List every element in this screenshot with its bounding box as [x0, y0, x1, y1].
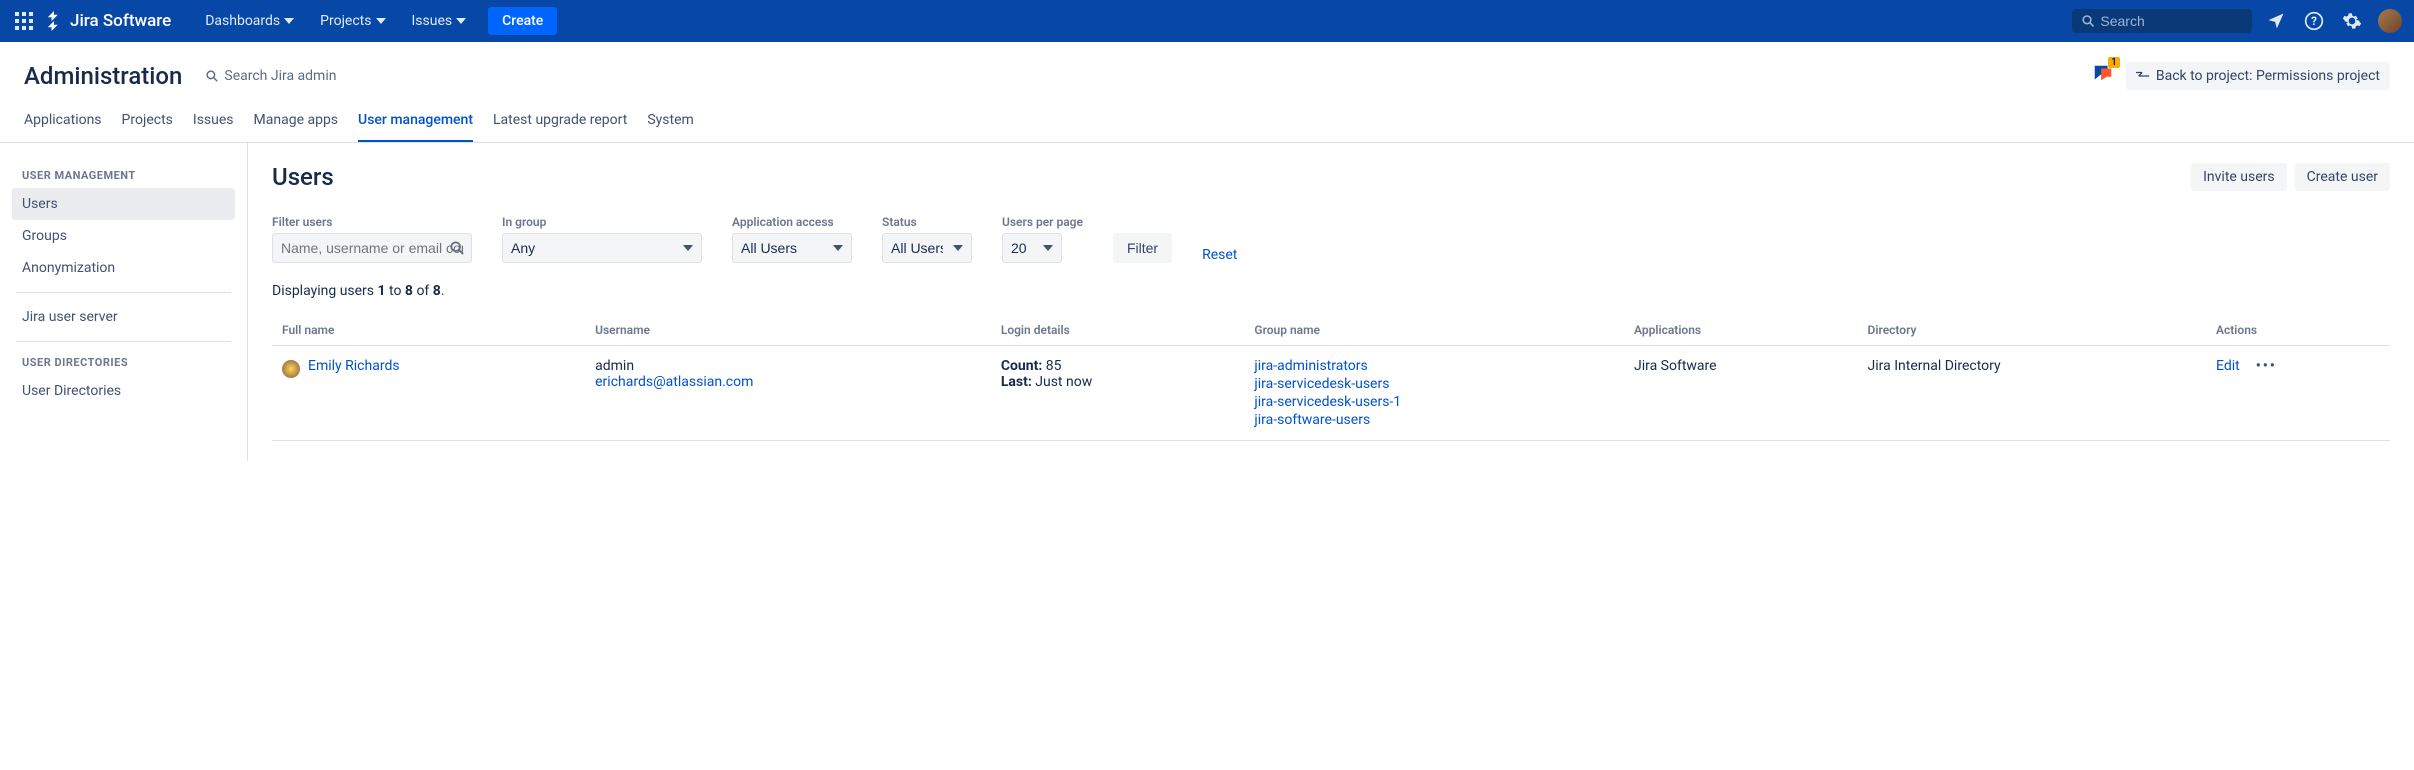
- tab-applications[interactable]: Applications: [24, 102, 102, 142]
- username-text: admin: [595, 358, 981, 374]
- feedback-count: 1: [2108, 57, 2120, 68]
- group-link[interactable]: jira-software-users: [1254, 412, 1614, 428]
- status-label: Status: [882, 215, 972, 229]
- user-fullname-link[interactable]: Emily Richards: [308, 358, 400, 374]
- displaying-text: Displaying users 1 to 8 of 8.: [272, 283, 2390, 299]
- group-link[interactable]: jira-administrators: [1254, 358, 1614, 374]
- filter-button[interactable]: Filter: [1113, 233, 1172, 263]
- sidebar-item-anonymization[interactable]: Anonymization: [12, 252, 235, 284]
- nav-items: Dashboards Projects Issues Create: [195, 7, 557, 35]
- product-logo[interactable]: Jira Software: [44, 11, 171, 31]
- filter-users-input[interactable]: [272, 233, 472, 263]
- reset-link[interactable]: Reset: [1202, 247, 1237, 263]
- help-icon[interactable]: ?: [2302, 9, 2326, 33]
- svg-text:?: ?: [2311, 14, 2317, 28]
- nav-icons: ?: [2264, 9, 2402, 33]
- create-user-button[interactable]: Create user: [2295, 163, 2390, 191]
- sidebar-item-jira-user-server[interactable]: Jira user server: [12, 301, 235, 333]
- filters-row: Filter users In group Any Application ac…: [272, 215, 2390, 263]
- admin-search[interactable]: Search Jira admin: [206, 68, 336, 84]
- col-group-name[interactable]: Group name: [1244, 315, 1624, 346]
- tab-user-management[interactable]: User management: [358, 102, 473, 142]
- page-header: Users Invite users Create user: [272, 163, 2390, 191]
- sidebar-item-user-directories[interactable]: User Directories: [12, 375, 235, 407]
- col-login-details[interactable]: Login details: [991, 315, 1245, 346]
- nav-issues[interactable]: Issues: [402, 7, 477, 35]
- create-button[interactable]: Create: [488, 7, 557, 35]
- back-arrow-icon: [2136, 70, 2150, 82]
- app-switcher-icon[interactable]: [12, 9, 36, 33]
- user-avatar[interactable]: [2378, 9, 2402, 33]
- applications-text: Jira Software: [1624, 346, 1858, 441]
- status-select[interactable]: All Users: [882, 233, 972, 263]
- sidebar-divider: [16, 341, 231, 342]
- edit-link[interactable]: Edit: [2216, 358, 2240, 374]
- application-access-select[interactable]: All Users: [732, 233, 852, 263]
- content: Users Invite users Create user Filter us…: [248, 143, 2414, 461]
- chevron-down-icon: [284, 18, 294, 24]
- nav-projects[interactable]: Projects: [310, 7, 395, 35]
- nav-dashboards[interactable]: Dashboards: [195, 7, 304, 35]
- feedback-icon[interactable]: 1: [2092, 63, 2114, 89]
- in-group-select[interactable]: Any: [502, 233, 702, 263]
- sidebar-divider: [16, 292, 231, 293]
- admin-title: Administration: [24, 62, 182, 90]
- tab-projects[interactable]: Projects: [122, 102, 173, 142]
- table-row: Emily Richards admin erichards@atlassian…: [272, 346, 2390, 441]
- col-actions[interactable]: Actions: [2206, 315, 2390, 346]
- tab-issues[interactable]: Issues: [193, 102, 234, 142]
- col-applications[interactable]: Applications: [1624, 315, 1858, 346]
- sidebar-group-user-management: USER MANAGEMENT: [12, 163, 235, 188]
- users-per-page-label: Users per page: [1002, 215, 1083, 229]
- global-search-input[interactable]: [2100, 13, 2242, 29]
- tab-system[interactable]: System: [647, 102, 693, 142]
- notifications-icon[interactable]: [2264, 9, 2288, 33]
- sidebar-group-user-directories: USER DIRECTORIES: [12, 350, 235, 375]
- product-name: Jira Software: [70, 11, 171, 31]
- chevron-down-icon: [456, 18, 466, 24]
- global-search[interactable]: [2072, 9, 2252, 33]
- back-to-project-link[interactable]: Back to project: Permissions project: [2126, 62, 2390, 90]
- chevron-down-icon: [376, 18, 386, 24]
- search-icon: [2082, 14, 2094, 28]
- user-email-link[interactable]: erichards@atlassian.com: [595, 374, 981, 390]
- sidebar: USER MANAGEMENT Users Groups Anonymizati…: [0, 143, 248, 461]
- sidebar-item-users[interactable]: Users: [12, 188, 235, 220]
- search-icon: [206, 70, 218, 82]
- col-full-name[interactable]: Full name: [272, 315, 585, 346]
- in-group-label: In group: [502, 215, 702, 229]
- group-link[interactable]: jira-servicedesk-users: [1254, 376, 1614, 392]
- admin-header: Administration Search Jira admin 1 Back …: [0, 42, 2414, 102]
- directory-text: Jira Internal Directory: [1858, 346, 2206, 441]
- sidebar-item-groups[interactable]: Groups: [12, 220, 235, 252]
- user-row-avatar: [282, 360, 300, 378]
- invite-users-button[interactable]: Invite users: [2191, 163, 2287, 191]
- application-access-label: Application access: [732, 215, 852, 229]
- page-title: Users: [272, 163, 334, 191]
- users-table: Full name Username Login details Group n…: [272, 315, 2390, 441]
- tab-latest-upgrade-report[interactable]: Latest upgrade report: [493, 102, 627, 142]
- top-nav: Jira Software Dashboards Projects Issues…: [0, 0, 2414, 42]
- tab-manage-apps[interactable]: Manage apps: [254, 102, 339, 142]
- admin-tabs: Applications Projects Issues Manage apps…: [0, 102, 2414, 143]
- col-username[interactable]: Username: [585, 315, 991, 346]
- group-link[interactable]: jira-servicedesk-users-1: [1254, 394, 1614, 410]
- search-icon: [450, 241, 464, 255]
- settings-icon[interactable]: [2340, 9, 2364, 33]
- filter-users-label: Filter users: [272, 215, 472, 229]
- col-directory[interactable]: Directory: [1858, 315, 2206, 346]
- more-actions-icon[interactable]: •••: [2256, 358, 2277, 374]
- users-per-page-select[interactable]: 20: [1002, 233, 1062, 263]
